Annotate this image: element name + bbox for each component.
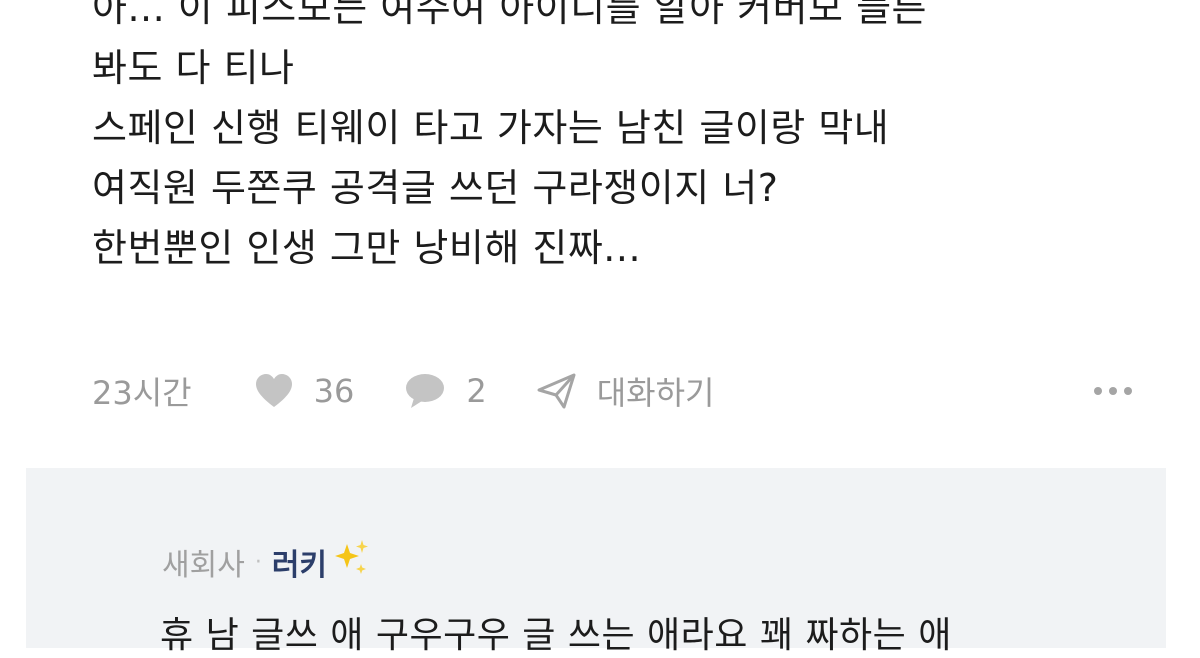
paper-plane-icon (537, 373, 576, 409)
more-options-button[interactable] (1087, 366, 1132, 416)
comment-bubble-icon (406, 374, 445, 408)
comment-button[interactable]: 2 (404, 372, 487, 410)
reply-card: 새회사 · 러키 휴 남 글쓰 애 구우구우 글 쓰는 애라요 꽤 짜하는 애 (26, 468, 1166, 656)
post-line: 봐도 다 티나 (92, 46, 295, 90)
like-button[interactable]: 36 (254, 372, 355, 410)
post-line: 한번뿐인 인생 그만 낭비해 진짜... (92, 226, 642, 270)
reply-author[interactable]: 새회사 · 러키 (162, 538, 371, 586)
heart-icon (255, 374, 292, 407)
post-line: 아... 이 피스모든 여주여 아이디를 알아 커버모 들른 (92, 0, 927, 30)
chat-label: 대화하기 (596, 374, 715, 412)
reply-separator: · (254, 549, 262, 575)
post-line: 스페인 신행 티웨이 타고 가자는 남친 글이랑 막내 (92, 106, 890, 150)
post-timestamp: 23시간 (92, 374, 192, 412)
post-meta-bar: 23시간 36 2 대화하기 (92, 366, 1132, 416)
post-body: 아... 이 피스모든 여주여 아이디를 알아 커버모 들른 봐도 다 티나 스… (92, 0, 1132, 278)
chat-button[interactable]: 대화하기 (537, 368, 715, 414)
post-line: 여직원 두쫀쿠 공격글 쓰던 구라쟁이지 너? (92, 166, 779, 210)
comment-count: 2 (466, 372, 487, 410)
reply-nickname: 러키 (271, 548, 328, 583)
reply-text: 휴 남 글쓰 애 구우구우 글 쓰는 애라요 꽤 짜하는 애 (160, 615, 952, 656)
like-count: 36 (313, 372, 355, 410)
sparkles-icon (331, 538, 371, 586)
more-dots-icon (1087, 387, 1132, 395)
reply-company: 새회사 (162, 548, 245, 583)
